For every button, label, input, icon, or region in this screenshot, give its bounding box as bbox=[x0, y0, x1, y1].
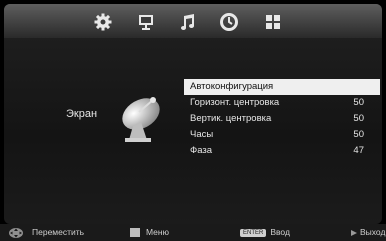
enter-key-badge: ENTER bbox=[240, 228, 267, 237]
menu-key-icon bbox=[130, 228, 140, 238]
tab-settings[interactable] bbox=[90, 9, 116, 35]
settings-menu: Автоконфигурация Горизонт. центровка 50 … bbox=[184, 79, 380, 159]
menu-item-value: 50 bbox=[353, 97, 364, 108]
menu-item-label: Автоконфигурация bbox=[190, 81, 274, 92]
menu-item-label: Горизонт. центровка bbox=[190, 97, 280, 108]
bottom-hint-bar: Переместить Меню ENTER Ввод Выход bbox=[0, 224, 386, 241]
music-note-icon bbox=[181, 14, 194, 30]
hint-menu: Меню bbox=[130, 224, 169, 241]
osd-screen: Экран Автоконфигурация Горизонт. центров… bbox=[4, 4, 382, 224]
hint-exit-label: Выход bbox=[360, 227, 386, 237]
hint-menu-label: Меню bbox=[146, 227, 169, 237]
menu-item-clock[interactable]: Часы 50 bbox=[184, 127, 380, 143]
top-menu-bar bbox=[4, 4, 382, 38]
menu-item-phase[interactable]: Фаза 47 bbox=[184, 143, 380, 159]
grid-icon bbox=[266, 15, 280, 29]
hint-move-label: Переместить bbox=[32, 227, 85, 237]
menu-item-value: 47 bbox=[353, 145, 364, 156]
menu-item-v-position[interactable]: Вертик. центровка 50 bbox=[184, 111, 380, 127]
menu-item-value: 50 bbox=[353, 113, 364, 124]
exit-key-icon bbox=[351, 229, 357, 236]
gear-icon bbox=[94, 13, 112, 31]
hint-enter: ENTER Ввод bbox=[240, 224, 290, 241]
tab-screen[interactable] bbox=[133, 9, 159, 35]
menu-item-label: Вертик. центровка bbox=[190, 113, 272, 124]
menu-item-auto-config[interactable]: Автоконфигурация bbox=[184, 79, 380, 95]
menu-item-h-position[interactable]: Горизонт. центровка 50 bbox=[184, 95, 380, 111]
menu-item-value: 50 bbox=[353, 129, 364, 140]
hint-exit: Выход bbox=[350, 224, 385, 241]
monitor-icon bbox=[139, 15, 153, 30]
hint-move: Переместить bbox=[8, 224, 84, 241]
arrows-icon bbox=[9, 227, 23, 238]
tab-time[interactable] bbox=[216, 9, 242, 35]
menu-item-label: Фаза bbox=[190, 145, 213, 156]
section-title: Экран bbox=[66, 108, 98, 120]
tab-options[interactable] bbox=[260, 9, 286, 35]
menu-item-label: Часы bbox=[190, 129, 214, 140]
satellite-dish-icon bbox=[122, 97, 160, 142]
hint-enter-label: Ввод bbox=[270, 227, 290, 237]
tv-frame: Экран Автоконфигурация Горизонт. центров… bbox=[0, 0, 386, 241]
tab-sound[interactable] bbox=[175, 9, 201, 35]
clock-icon bbox=[220, 13, 238, 31]
